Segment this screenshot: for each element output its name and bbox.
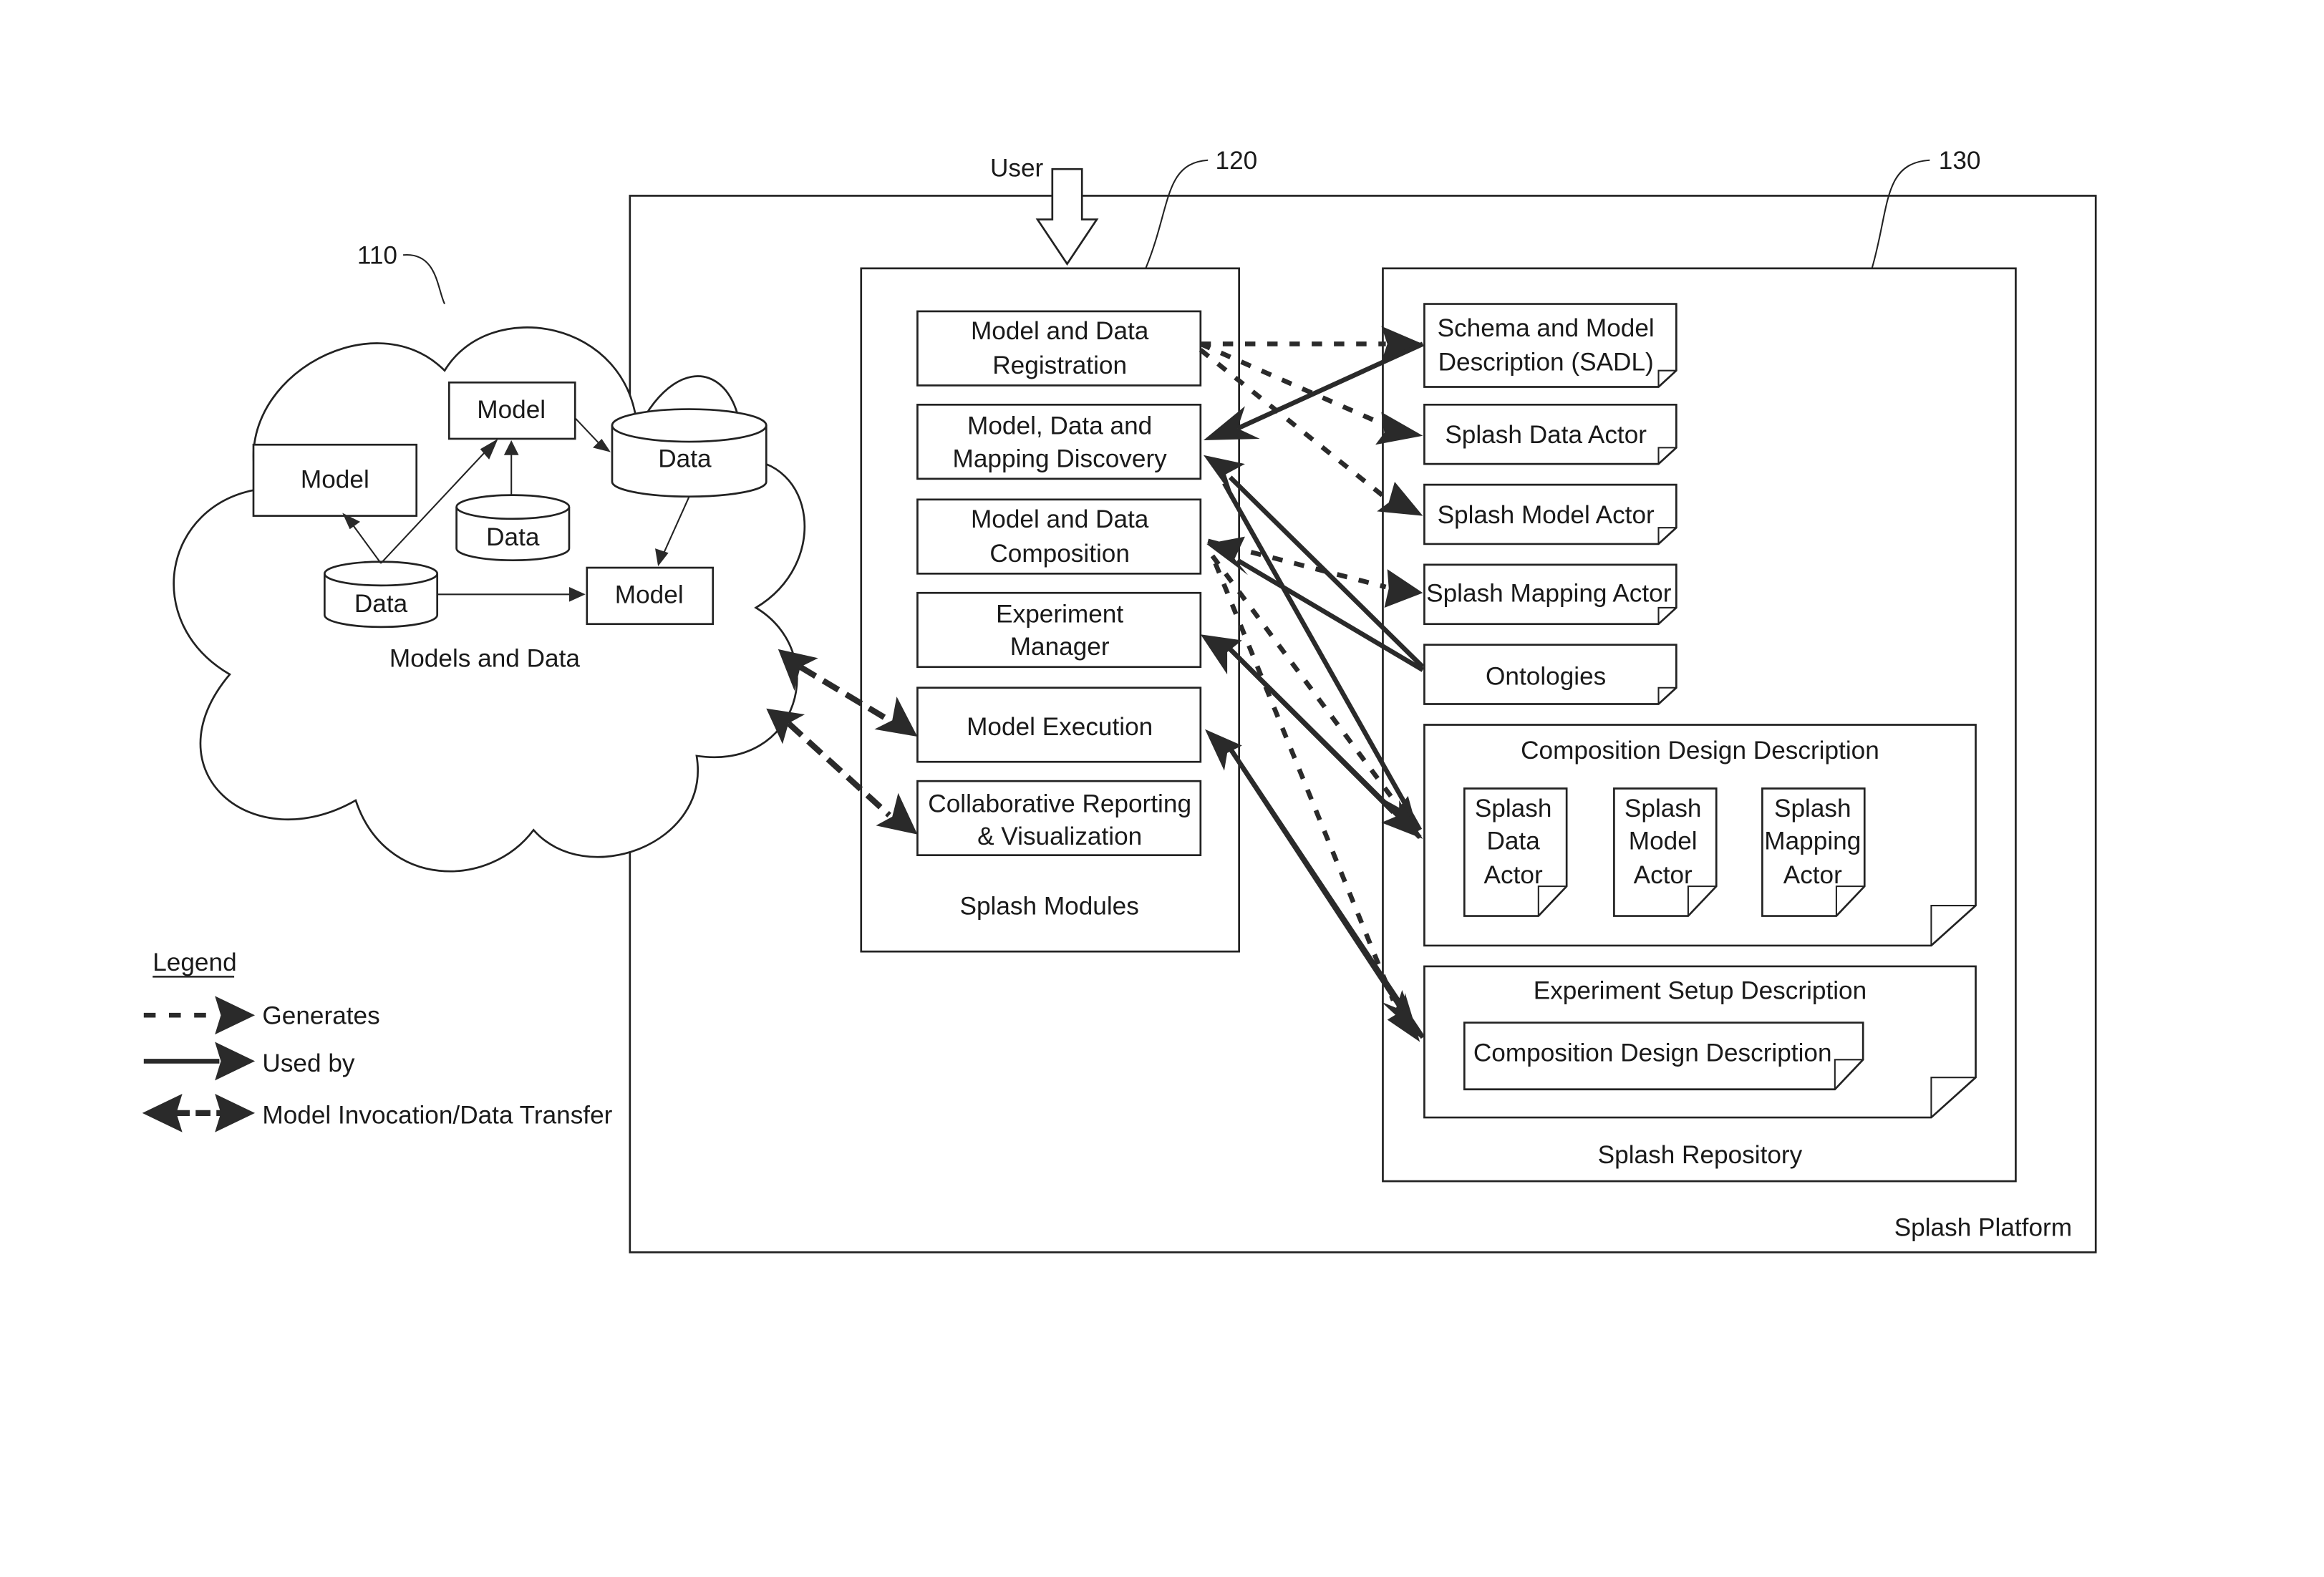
legend: Legend Generates Used by Model Invocatio… — [142, 948, 613, 1132]
svg-text:Model and Data[interactable]: Model and Data — [971, 317, 1149, 345]
module-composition[interactable]: Model and Data Composition — [916, 498, 1202, 575]
platform-title: Splash Platform — [1894, 1214, 2072, 1242]
cloud-model-node: Model — [447, 381, 576, 440]
doc-inner-composition-design[interactable]: Composition Design Description — [1463, 1022, 1864, 1091]
svg-text:Model Invocation/Data Transfer: Model Invocation/Data Transfer — [262, 1101, 612, 1129]
svg-text:Model and Data[interactable]: Model and Data — [971, 505, 1149, 533]
svg-text:Model, Data and[interactable]: Model, Data and — [967, 412, 1152, 440]
module-collaborative-reporting[interactable]: Collaborative Reporting & Visualization — [916, 780, 1202, 857]
svg-text:Model Execution[interactable]: Model Execution — [967, 713, 1153, 741]
svg-text:Registration[interactable]: Registration — [992, 351, 1127, 379]
doc-splash-model-actor[interactable]: Splash Model Actor — [1423, 483, 1677, 545]
svg-text:Model[interactable]: Model — [1629, 827, 1698, 855]
doc-actor-mapping[interactable]: Splash Mapping Actor — [1761, 787, 1866, 917]
legend-item-invocation: Model Invocation/Data Transfer — [142, 1093, 613, 1132]
doc-splash-mapping-actor[interactable]: Splash Mapping Actor — [1423, 563, 1677, 626]
module-discovery[interactable]: Model, Data and Mapping Discovery — [916, 403, 1202, 480]
module-model-execution[interactable]: Model Execution — [916, 686, 1202, 763]
cloud-model-node: Model — [586, 566, 715, 626]
svg-text:Splash Mapping Actor[interactable]: Splash Mapping Actor — [1426, 580, 1672, 608]
svg-text:Data: Data — [486, 523, 540, 551]
doc-experiment-setup-description[interactable]: Experiment Setup Description Composition… — [1423, 965, 1977, 1119]
ref-110: 110 — [357, 242, 397, 270]
cloud-data-cylinder: Data — [611, 408, 768, 498]
splash-architecture-diagram: Splash Platform 110 Model Model Data Dat… — [142, 147, 2097, 1253]
svg-text:Composition[interactable]: Composition — [989, 540, 1130, 568]
svg-text:Schema and Model[interactable]: Schema and Model — [1438, 314, 1655, 342]
ref-130: 130 — [1939, 147, 1981, 175]
svg-text:Experiment Setup Description[interactable]: Experiment Setup Description — [1534, 976, 1867, 1004]
svg-text:Mapping[interactable]: Mapping — [1764, 827, 1861, 855]
svg-text:Actor[interactable]: Actor — [1484, 861, 1543, 889]
svg-text:Actor[interactable]: Actor — [1634, 861, 1693, 889]
doc-splash-data-actor[interactable]: Splash Data Actor — [1423, 403, 1677, 465]
svg-text:Ontologies[interactable]: Ontologies — [1486, 663, 1606, 691]
ref-120: 120 — [1216, 147, 1258, 175]
svg-text:Used by: Used by — [262, 1049, 354, 1077]
module-registration[interactable]: Model and Data Registration — [916, 310, 1202, 387]
svg-text:Splash[interactable]: Splash — [1475, 795, 1552, 823]
svg-text:Splash Data Actor[interactable]: Splash Data Actor — [1445, 421, 1647, 449]
ref-110-leader — [402, 254, 445, 305]
doc-actor-data[interactable]: Splash Data Actor — [1463, 787, 1568, 917]
svg-text:Generates: Generates — [262, 1002, 379, 1030]
legend-title: Legend — [152, 948, 236, 976]
svg-text:Composition Design Description[interactable]: Composition Design Description — [1521, 737, 1879, 765]
svg-text:Manager[interactable]: Manager — [1010, 633, 1110, 661]
modules-title: Splash Modules — [959, 892, 1138, 920]
svg-text:Splash[interactable]: Splash — [1774, 795, 1851, 823]
svg-text:Model: Model — [477, 396, 546, 424]
svg-text:Mapping Discovery[interactable]: Mapping Discovery — [953, 445, 1168, 472]
doc-ontologies[interactable]: Ontologies — [1423, 644, 1677, 705]
cloud-title: Models and Data — [389, 645, 580, 673]
svg-text:Collaborative Reporting[interactable]: Collaborative Reporting — [928, 790, 1191, 818]
svg-text:Model: Model — [615, 581, 684, 609]
svg-text:Data[interactable]: Data — [1486, 827, 1540, 855]
repository-title: Splash Repository — [1598, 1141, 1803, 1169]
svg-text:Data: Data — [658, 445, 712, 472]
svg-text:Model: Model — [301, 465, 369, 493]
doc-composition-design-description[interactable]: Composition Design Description Splash Da… — [1423, 724, 1977, 947]
svg-text:Splash[interactable]: Splash — [1625, 795, 1702, 823]
doc-actor-model[interactable]: Splash Model Actor — [1613, 787, 1718, 917]
legend-item-used-by: Used by — [143, 1042, 355, 1081]
svg-text:Composition Design Description[interactable]: Composition Design Description — [1473, 1039, 1832, 1067]
doc-schema-sadl[interactable]: Schema and Model Description (SADL) — [1423, 303, 1677, 388]
cloud-data-cylinder: Data — [455, 494, 571, 562]
svg-text:Experiment[interactable]: Experiment — [996, 601, 1123, 629]
svg-text:Actor[interactable]: Actor — [1783, 861, 1842, 889]
legend-item-generates: Generates — [143, 996, 380, 1035]
cloud-model-node: Model — [252, 443, 418, 517]
cloud-data-cylinder: Data — [324, 561, 439, 629]
svg-text:Data: Data — [354, 590, 408, 618]
user-label: User — [990, 155, 1044, 183]
svg-text:& Visualization[interactable]: & Visualization — [977, 823, 1142, 850]
module-experiment-manager[interactable]: Experiment Manager — [916, 591, 1202, 669]
svg-text:Description (SADL)[interactable]: Description (SADL) — [1438, 349, 1654, 377]
svg-text:Splash Model Actor[interactable]: Splash Model Actor — [1438, 501, 1655, 529]
